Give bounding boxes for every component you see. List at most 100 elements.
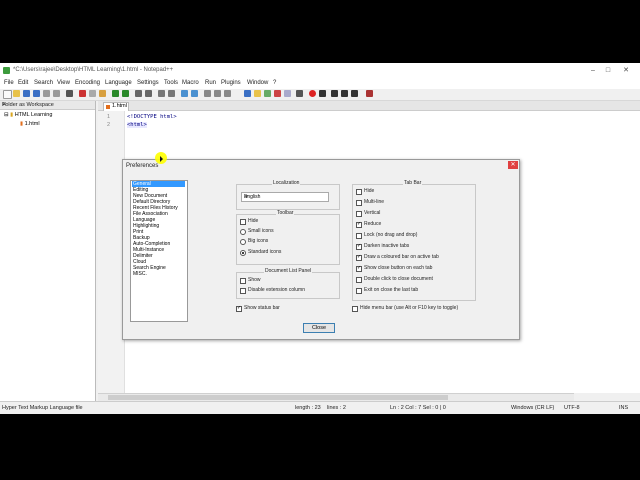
close-button[interactable]: Close xyxy=(303,323,335,333)
indent-guide-icon[interactable] xyxy=(224,90,231,97)
standard-icons-radio[interactable] xyxy=(240,250,246,256)
udl-icon[interactable] xyxy=(274,90,281,97)
menu-view[interactable]: View xyxy=(57,80,70,86)
tabbar-colour-bar-checkbox[interactable] xyxy=(356,254,362,261)
monitoring-icon[interactable] xyxy=(284,90,291,97)
maximize-button[interactable]: □ xyxy=(603,66,613,75)
tree-folder-html-learning[interactable]: ⊟ ▮ HTML Learning xyxy=(4,112,52,118)
doclist-show-checkbox[interactable] xyxy=(240,278,246,284)
status-length: length : 23 xyxy=(295,405,321,411)
dialog-close-icon[interactable]: ✕ xyxy=(508,161,518,169)
menu-edit[interactable]: Edit xyxy=(18,80,28,86)
window-close-button[interactable]: ✕ xyxy=(621,66,631,75)
play-macro-icon[interactable] xyxy=(331,90,338,97)
close-all-icon[interactable] xyxy=(53,90,60,97)
preferences-dialog: Preferences ✕ General Editing New Docume… xyxy=(122,159,520,340)
big-icons-radio[interactable] xyxy=(240,239,246,245)
show-all-chars-icon[interactable] xyxy=(214,90,221,97)
horizontal-scrollbar[interactable] xyxy=(98,393,574,401)
tabbar-multiline-label: Multi-line xyxy=(364,199,385,205)
copy-icon[interactable] xyxy=(89,90,96,97)
line-number: 1 xyxy=(107,114,111,120)
run-macro-multiple-icon[interactable] xyxy=(341,90,348,97)
menu-search[interactable]: Search xyxy=(34,80,53,86)
word-wrap-icon[interactable] xyxy=(204,90,211,97)
tabbar-hide-checkbox[interactable] xyxy=(356,189,362,195)
panel-header: Folder as Workspace ✕ xyxy=(0,101,95,110)
paste-icon[interactable] xyxy=(99,90,106,97)
tabbar-darken-checkbox[interactable] xyxy=(356,243,362,250)
line-number: 2 xyxy=(107,122,111,128)
spell-check-icon[interactable] xyxy=(366,90,373,97)
tabbar-double-click-checkbox[interactable] xyxy=(356,277,362,283)
print-icon[interactable] xyxy=(66,90,73,97)
code-line[interactable]: <html> xyxy=(127,122,147,128)
tabbar-lock-checkbox[interactable] xyxy=(356,233,362,239)
menu-macro[interactable]: Macro xyxy=(182,80,199,86)
toolbar-hide-checkbox[interactable] xyxy=(240,219,246,225)
menu-help[interactable]: ? xyxy=(273,80,276,86)
standard-icons-label: Standard icons xyxy=(248,249,282,255)
status-encoding: UTF-8 xyxy=(564,405,580,411)
status-position: Ln : 2 Col : 7 Sel : 0 | 0 xyxy=(390,405,446,411)
show-status-bar-label: Show status bar xyxy=(244,305,280,311)
cut-icon[interactable] xyxy=(79,90,86,97)
eye-icon[interactable] xyxy=(296,90,303,97)
menu-plugins[interactable]: Plugins xyxy=(221,80,241,86)
undo-icon[interactable] xyxy=(112,90,119,97)
tabbar-exit-last-checkbox[interactable] xyxy=(356,288,362,294)
category-list[interactable]: General Editing New Document Default Dir… xyxy=(130,180,188,322)
close-file-icon[interactable] xyxy=(43,90,50,97)
new-file-icon[interactable] xyxy=(3,90,12,99)
function-list-icon[interactable] xyxy=(264,90,271,97)
zoom-out-icon[interactable] xyxy=(168,90,175,97)
minimize-button[interactable]: – xyxy=(588,66,598,75)
scrollbar-thumb[interactable] xyxy=(108,395,448,400)
save-all-icon[interactable] xyxy=(33,90,40,97)
category-misc[interactable]: MISC. xyxy=(133,271,147,277)
small-icons-radio[interactable] xyxy=(240,229,246,235)
disable-ext-column-checkbox[interactable] xyxy=(240,288,246,294)
tree-folder-label: HTML Learning xyxy=(14,112,53,118)
menu-language[interactable]: Language xyxy=(105,80,132,86)
tab-file-icon xyxy=(106,105,110,109)
zoom-in-icon[interactable] xyxy=(158,90,165,97)
panel-close-button[interactable]: ✕ xyxy=(2,102,92,108)
sync-horizontal-icon[interactable] xyxy=(191,90,198,97)
folder-workspace-icon[interactable] xyxy=(254,90,261,97)
small-icons-label: Small icons xyxy=(248,228,274,234)
tabbar-close-button-checkbox[interactable] xyxy=(356,265,362,272)
tab-1html[interactable]: 1.html xyxy=(103,102,129,111)
record-macro-icon[interactable] xyxy=(309,90,316,97)
tree-file-1html[interactable]: ▮ 1.html xyxy=(20,121,40,127)
save-icon[interactable] xyxy=(23,90,30,97)
find-icon[interactable] xyxy=(135,90,142,97)
menu-file[interactable]: File xyxy=(4,80,14,86)
tabbar-multiline-checkbox[interactable] xyxy=(356,200,362,206)
doc-map-icon[interactable] xyxy=(244,90,251,97)
stop-macro-icon[interactable] xyxy=(319,90,326,97)
folder-expand-icon[interactable]: ⊟ xyxy=(4,112,9,118)
hide-menu-bar-checkbox[interactable] xyxy=(352,306,358,312)
tabbar-reduce-checkbox[interactable] xyxy=(356,221,362,228)
menu-window[interactable]: Window xyxy=(247,80,268,86)
menu-tools[interactable]: Tools xyxy=(164,80,178,86)
code-line[interactable]: <!DOCTYPE html> xyxy=(127,114,177,120)
sync-vertical-icon[interactable] xyxy=(181,90,188,97)
show-status-bar-checkbox[interactable] xyxy=(236,305,242,312)
tabbar-hide-label: Hide xyxy=(364,188,375,194)
menu-run[interactable]: Run xyxy=(205,80,216,86)
save-macro-icon[interactable] xyxy=(351,90,358,97)
tab-label: 1.html xyxy=(112,103,127,109)
language-select[interactable]: English ▼ xyxy=(241,192,329,202)
redo-icon[interactable] xyxy=(122,90,129,97)
open-file-icon[interactable] xyxy=(13,90,20,97)
menu-encoding[interactable]: Encoding xyxy=(75,80,100,86)
replace-icon[interactable] xyxy=(145,90,152,97)
tab-strip: 1.html xyxy=(98,101,640,111)
status-lines: lines : 2 xyxy=(327,405,346,411)
toolbar-group-title: Toolbar xyxy=(276,210,295,216)
menu-settings[interactable]: Settings xyxy=(137,80,159,86)
tabbar-vertical-checkbox[interactable] xyxy=(356,211,362,217)
doclist-show-label: Show xyxy=(248,277,261,283)
